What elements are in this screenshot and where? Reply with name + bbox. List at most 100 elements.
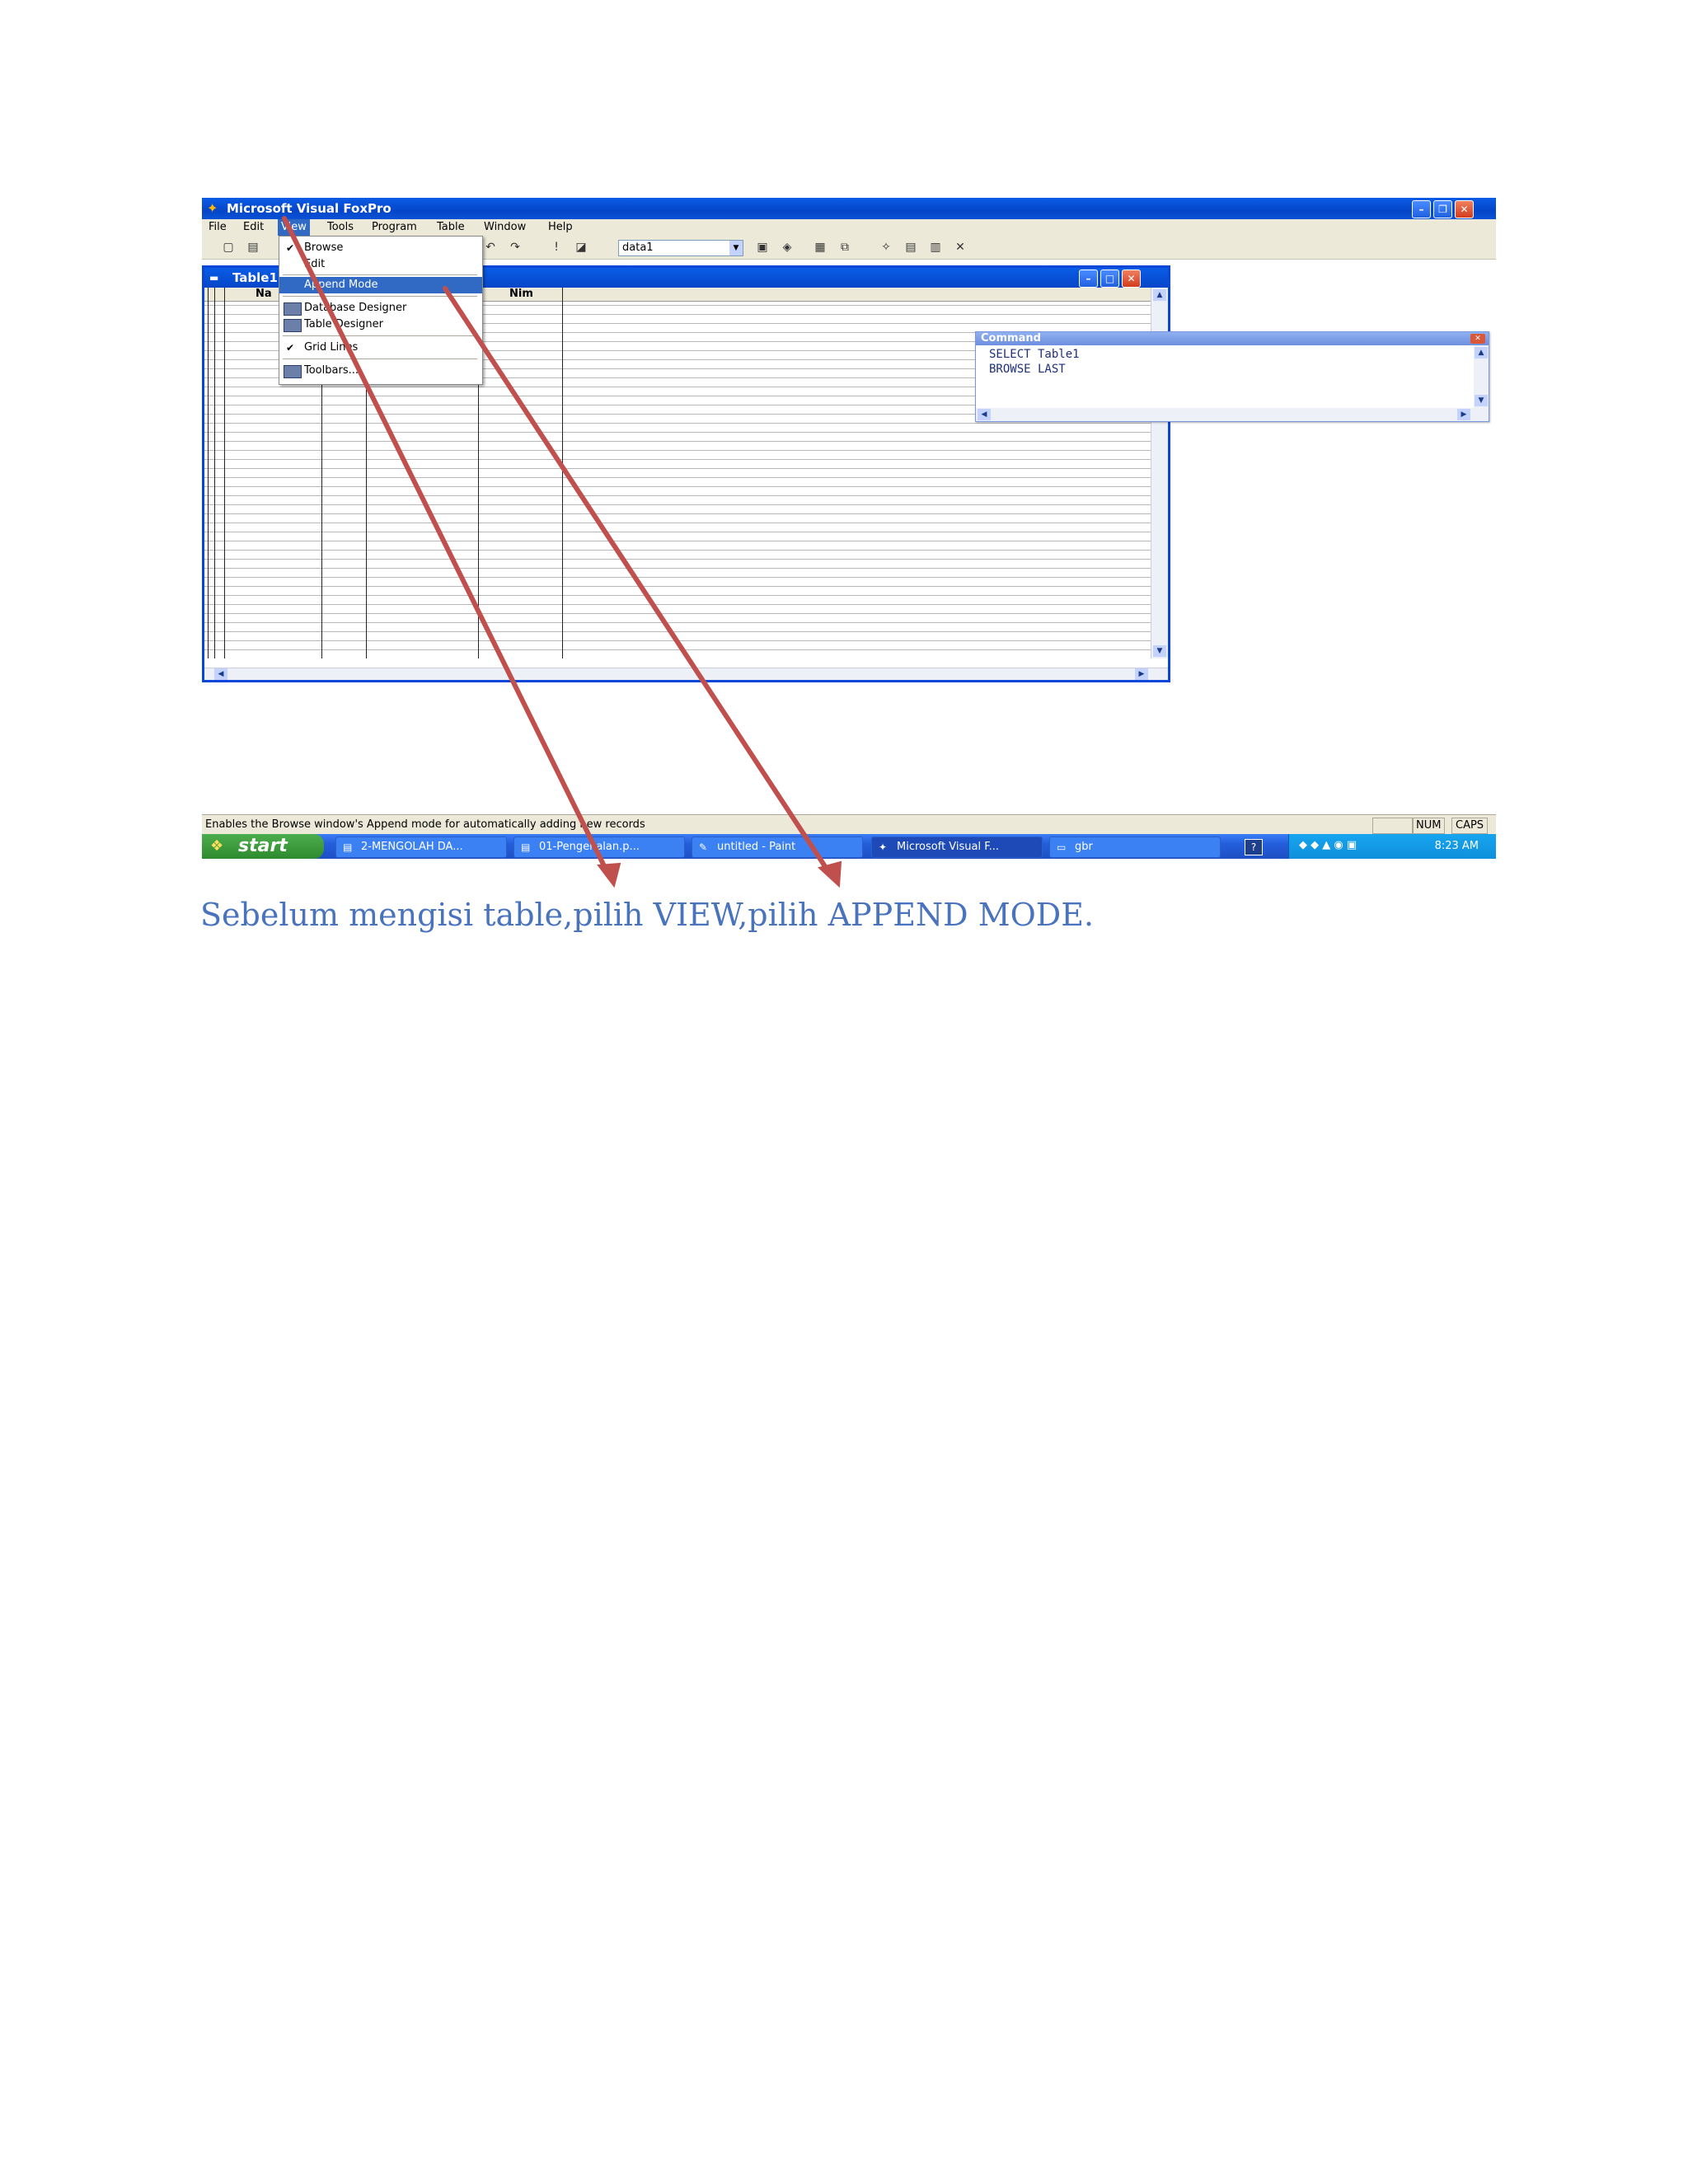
status-text: Enables the Browse window's Append mode … [205, 818, 645, 831]
modify-form-icon[interactable]: ◪ [573, 240, 589, 255]
toolbars-icon [284, 365, 302, 378]
column-header-nama[interactable]: Na [256, 288, 272, 301]
menu-view[interactable]: View [278, 219, 310, 236]
browse-title: Table1 [232, 270, 278, 285]
grid-line [562, 288, 563, 658]
command-line[interactable]: BROWSE LAST [989, 363, 1066, 376]
database-combo-value: data1 [622, 241, 654, 254]
caps-lock-indicator: CAPS [1451, 818, 1489, 834]
taskbar-item[interactable]: ✎ untitled - Paint [692, 837, 863, 858]
menu-item-grid-lines[interactable]: ✔ Grid Lines [279, 340, 482, 356]
new-file-icon[interactable]: ▢ [220, 240, 237, 255]
menu-item-browse[interactable]: ✔ Browse [279, 240, 482, 256]
wizard-icon[interactable]: ✧ [878, 240, 894, 255]
command-line[interactable]: SELECT Table1 [989, 348, 1080, 361]
table-designer-icon [284, 319, 302, 332]
chevron-right-icon[interactable]: ▶ [1457, 409, 1470, 420]
run-icon[interactable]: ! [548, 240, 565, 255]
data-session-icon[interactable]: ◈ [779, 240, 795, 255]
database-combo[interactable]: data1 ▼ [618, 240, 743, 256]
grid-line [214, 288, 215, 658]
caption-text: Sebelum mengisi table,pilih VIEW,pilih A… [200, 897, 1095, 933]
table-icon: ▬ [209, 272, 219, 284]
horizontal-scrollbar[interactable]: ◀ ▶ [204, 668, 1168, 680]
minimize-button[interactable]: – [1412, 200, 1431, 218]
menu-separator [283, 296, 477, 297]
browse-close-button[interactable]: ✕ [1122, 269, 1141, 288]
paint-icon: ✎ [699, 841, 708, 853]
form-icon[interactable]: ▤ [903, 240, 919, 255]
taskbar-item[interactable]: ▭ gbr [1049, 837, 1221, 858]
chevron-left-icon[interactable]: ◀ [978, 409, 991, 420]
grid-line [208, 288, 209, 658]
taskbar-item[interactable]: ▤ 2-MENGOLAH DA... [335, 837, 507, 858]
status-bar: Enables the Browse window's Append mode … [202, 814, 1496, 835]
help-icon[interactable]: ? [1245, 839, 1263, 855]
windows-logo-icon: ❖ [210, 837, 224, 855]
column-header-nim[interactable]: Nim [509, 288, 533, 301]
restore-button[interactable]: ❐ [1433, 200, 1452, 218]
browse-minimize-button[interactable]: – [1079, 269, 1098, 288]
chevron-down-icon[interactable]: ▼ [1475, 395, 1488, 406]
title-bar: ✦ Microsoft Visual FoxPro – ❐ ✕ [202, 198, 1496, 219]
command-title-bar: Command ✕ [976, 332, 1489, 345]
menu-item-table-designer[interactable]: Table Designer [279, 316, 482, 333]
chevron-down-icon[interactable]: ▼ [1153, 645, 1166, 657]
chevron-down-icon[interactable]: ▼ [729, 241, 743, 255]
taskbar-item[interactable]: ▤ 01-Pengenalan.p... [513, 837, 685, 858]
command-horizontal-scrollbar[interactable]: ◀ ▶ [976, 408, 1489, 421]
report-icon[interactable]: ▥ [927, 240, 944, 255]
foxpro-icon: ✦ [879, 841, 888, 853]
browse-maximize-button[interactable]: □ [1100, 269, 1119, 288]
menu-tools[interactable]: Tools [324, 219, 357, 236]
redo-icon[interactable]: ↷ [507, 240, 523, 255]
menu-table[interactable]: Table [434, 219, 468, 236]
open-folder-icon[interactable]: ▤ [245, 240, 261, 255]
menu-item-toolbars[interactable]: Toolbars... [279, 363, 482, 379]
grid-line [224, 288, 225, 658]
chevron-up-icon[interactable]: ▲ [1475, 347, 1488, 359]
undo-icon[interactable]: ↶ [482, 240, 499, 255]
properties-icon[interactable]: ▦ [812, 240, 828, 255]
menu-separator [283, 335, 477, 336]
menu-window[interactable]: Window [481, 219, 529, 236]
foxpro-icon: ✦ [207, 200, 218, 216]
close-icon[interactable]: ✕ [1470, 334, 1485, 344]
command-window: Command ✕ SELECT Table1 BROWSE LAST ▲ ▼ … [975, 331, 1489, 422]
num-lock-indicator: NUM [1412, 818, 1446, 834]
tray-icons[interactable]: ◆ ◆ ▲ ◉ ▣ [1299, 839, 1357, 851]
start-button[interactable]: ❖ start [202, 834, 324, 859]
command-vertical-scrollbar[interactable]: ▲ ▼ [1474, 345, 1489, 408]
chevron-left-icon[interactable]: ◀ [214, 668, 227, 680]
taskbar-item-active[interactable]: ✦ Microsoft Visual F... [871, 837, 1043, 858]
window-title: Microsoft Visual FoxPro [227, 201, 392, 216]
status-pane-empty [1372, 818, 1414, 834]
tools-icon[interactable]: ✕ [952, 240, 968, 255]
taskbar: ❖ start ▤ 2-MENGOLAH DA... ▤ 01-Pengenal… [202, 834, 1496, 859]
checkmark-icon: ✔ [286, 242, 295, 254]
command-title: Command [981, 332, 1041, 344]
checkmark-icon: ✔ [286, 342, 295, 354]
menu-bar: File Edit View Tools Program Table Windo… [202, 219, 1496, 236]
clock[interactable]: 8:23 AM [1435, 834, 1479, 859]
preview-icon[interactable]: ⧉ [837, 240, 853, 255]
database-designer-icon [284, 302, 302, 316]
system-tray: ◆ ◆ ▲ ◉ ▣ 8:23 AM [1288, 834, 1496, 859]
menu-separator [283, 274, 477, 275]
chevron-right-icon[interactable]: ▶ [1135, 668, 1148, 680]
close-button[interactable]: ✕ [1455, 200, 1474, 218]
menu-item-database-designer[interactable]: Database Designer [279, 300, 482, 316]
view-menu-dropdown: ✔ Browse Edit Append Mode Database Desig… [279, 236, 483, 385]
menu-item-edit[interactable]: Edit [279, 256, 482, 273]
pdf-icon: ▤ [343, 841, 353, 853]
folder-icon: ▭ [1057, 841, 1067, 853]
menu-item-append-mode[interactable]: Append Mode [279, 277, 482, 293]
menu-file[interactable]: File [205, 219, 230, 236]
screenshot: ✦ Microsoft Visual FoxPro – ❐ ✕ File Edi… [202, 198, 1496, 868]
chevron-up-icon[interactable]: ▲ [1153, 289, 1166, 301]
menu-edit[interactable]: Edit [240, 219, 267, 236]
menu-program[interactable]: Program [368, 219, 420, 236]
pdf-icon: ▤ [521, 841, 531, 853]
command-window-icon[interactable]: ▣ [754, 240, 771, 255]
menu-help[interactable]: Help [545, 219, 576, 236]
